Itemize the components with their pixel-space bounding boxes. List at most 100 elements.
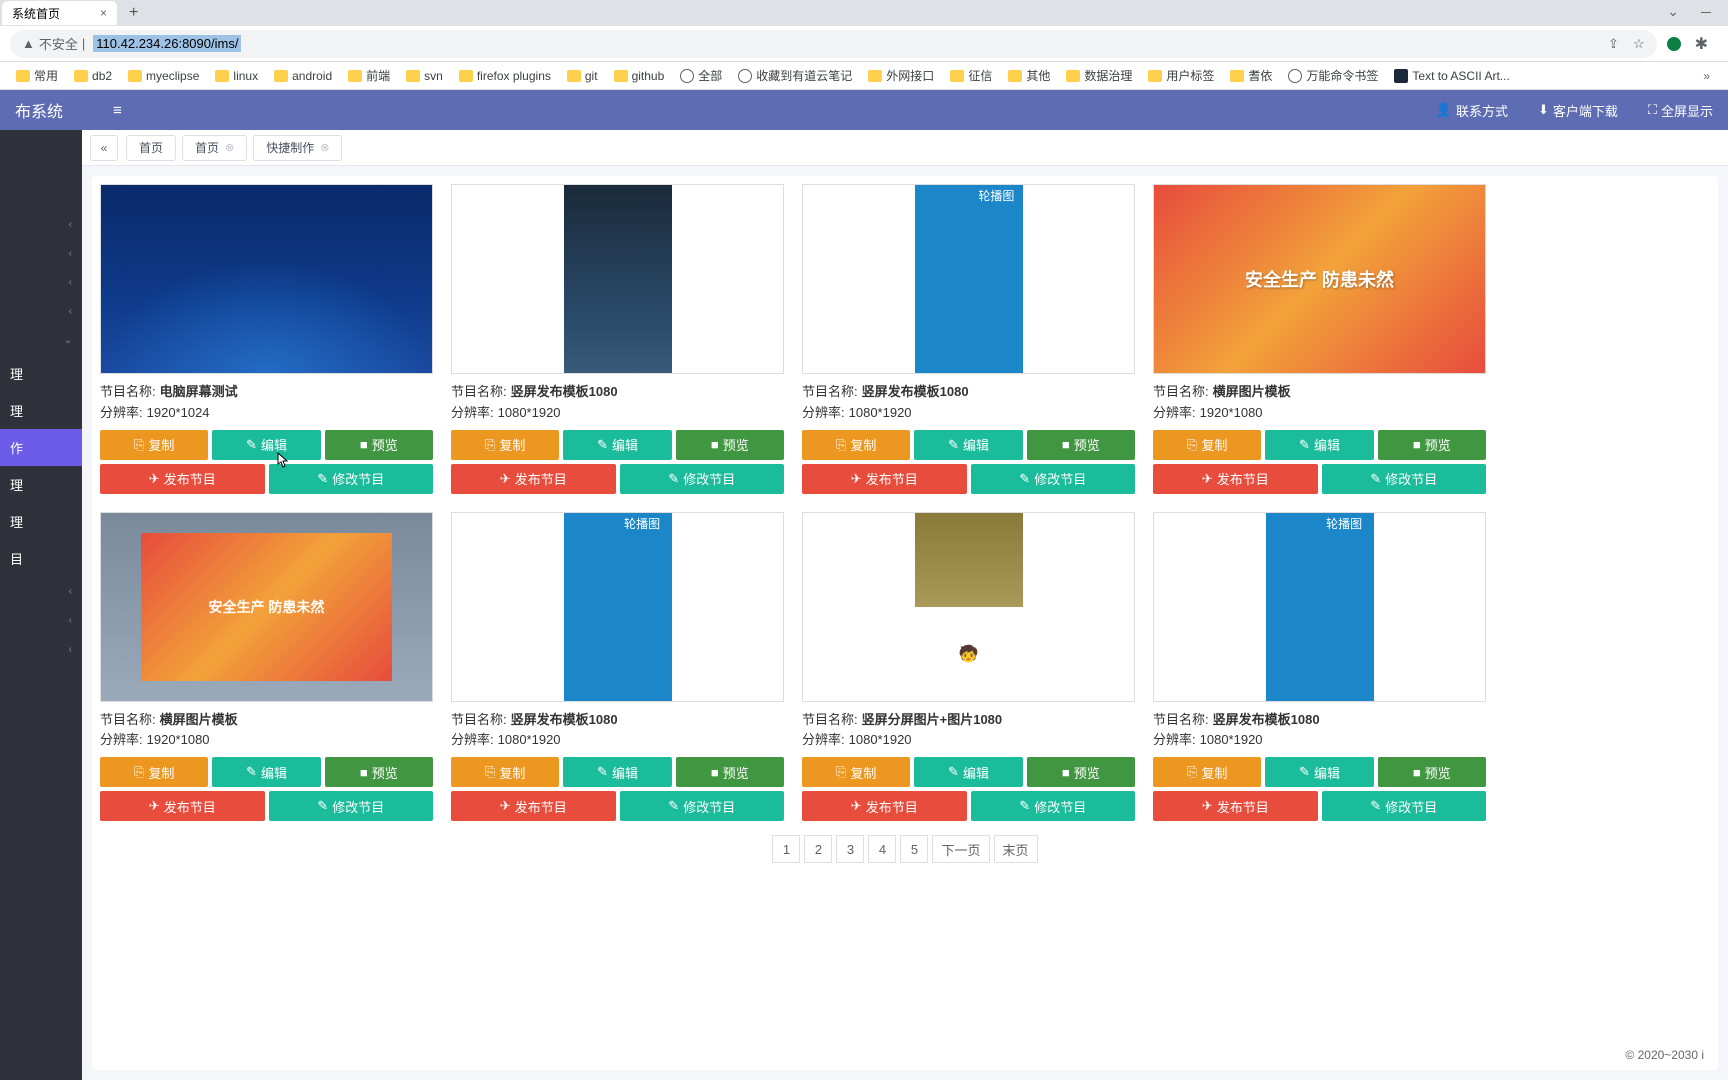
page-button[interactable]: 4 <box>868 835 896 863</box>
bookmark-item[interactable]: android <box>268 67 338 85</box>
modify-button[interactable]: ✎修改节目 <box>269 464 434 494</box>
close-tab-icon[interactable]: ⊗ <box>225 141 234 154</box>
star-icon[interactable]: ☆ <box>1633 36 1645 52</box>
preview-button[interactable]: ■预览 <box>676 430 784 460</box>
tabs-collapse-button[interactable]: « <box>90 135 118 161</box>
sidebar-item[interactable]: ‹ <box>0 268 82 297</box>
publish-button[interactable]: ✈发布节目 <box>100 791 265 821</box>
preview-button[interactable]: ■预览 <box>676 757 784 787</box>
page-button[interactable]: 1 <box>772 835 800 863</box>
share-icon[interactable]: ⇪ <box>1608 36 1619 52</box>
publish-button[interactable]: ✈发布节目 <box>1153 464 1318 494</box>
sidebar-subitem-active[interactable]: 作 <box>0 429 82 466</box>
publish-button[interactable]: ✈发布节目 <box>451 464 616 494</box>
publish-button[interactable]: ✈发布节目 <box>802 464 967 494</box>
page-button[interactable]: 末页 <box>994 835 1038 863</box>
extensions-icon[interactable]: ✱ <box>1695 34 1708 54</box>
preview-button[interactable]: ■预览 <box>325 430 433 460</box>
copy-button[interactable]: ⎘复制 <box>802 430 910 460</box>
bookmark-item[interactable]: 前端 <box>342 65 396 86</box>
preview-button[interactable]: ■预览 <box>325 757 433 787</box>
publish-button[interactable]: ✈发布节目 <box>451 791 616 821</box>
bookmark-item[interactable]: Text to ASCII Art... <box>1388 67 1515 85</box>
copy-button[interactable]: ⎘复制 <box>802 757 910 787</box>
copy-button[interactable]: ⎘复制 <box>1153 430 1261 460</box>
window-chevron-icon[interactable]: ⌄ <box>1667 3 1679 23</box>
browser-tab[interactable]: 系统首页 × <box>2 1 117 25</box>
page-button[interactable]: 下一页 <box>932 835 989 863</box>
edit-button[interactable]: ✎编辑 <box>914 430 1022 460</box>
contact-button[interactable]: 👤联系方式 <box>1436 101 1508 120</box>
edit-button[interactable]: ✎编辑 <box>563 430 671 460</box>
template-thumbnail[interactable] <box>451 184 784 374</box>
copy-button[interactable]: ⎘复制 <box>451 757 559 787</box>
bookmark-item[interactable]: 征信 <box>944 65 998 86</box>
publish-button[interactable]: ✈发布节目 <box>802 791 967 821</box>
preview-button[interactable]: ■预览 <box>1378 430 1486 460</box>
window-minimize-icon[interactable]: － <box>1699 3 1713 23</box>
bookmark-item[interactable]: 外网接口 <box>862 65 940 86</box>
close-tab-icon[interactable]: ⊗ <box>320 141 329 154</box>
new-tab-button[interactable]: + <box>129 4 138 22</box>
bookmark-item[interactable]: 万能命令书签 <box>1282 65 1384 86</box>
bookmark-item[interactable]: firefox plugins <box>453 67 557 85</box>
preview-button[interactable]: ■预览 <box>1027 430 1135 460</box>
sidebar-subitem[interactable]: 目 <box>0 540 82 577</box>
edit-button[interactable]: ✎编辑 <box>914 757 1022 787</box>
edit-button[interactable]: ✎编辑 <box>212 430 320 460</box>
publish-button[interactable]: ✈发布节目 <box>1153 791 1318 821</box>
sidebar-item[interactable]: ‹ <box>0 210 82 239</box>
edit-button[interactable]: ✎编辑 <box>1265 757 1373 787</box>
template-thumbnail[interactable]: 🧒 <box>802 512 1135 702</box>
template-thumbnail[interactable]: 安全生产 防患未然 <box>1153 184 1486 374</box>
sidebar-subitem[interactable]: 理 <box>0 503 82 540</box>
copy-button[interactable]: ⎘复制 <box>100 430 208 460</box>
modify-button[interactable]: ✎修改节目 <box>620 464 785 494</box>
sidebar-item[interactable]: ‹ <box>0 606 82 635</box>
url-input[interactable]: ▲ 不安全 | 110.42.234.26:8090/ims/ ⇪ ☆ <box>10 30 1657 58</box>
page-button[interactable]: 5 <box>900 835 928 863</box>
bookmark-item[interactable]: 其他 <box>1002 65 1056 86</box>
preview-button[interactable]: ■预览 <box>1027 757 1135 787</box>
template-thumbnail[interactable]: 轮播图 <box>1153 512 1486 702</box>
bookmark-item[interactable]: 收藏到有道云笔记 <box>732 65 858 86</box>
fullscreen-button[interactable]: ⛶全屏显示 <box>1648 101 1713 120</box>
sidebar-subitem[interactable]: 理 <box>0 466 82 503</box>
sidebar-item[interactable]: ‹ <box>0 239 82 268</box>
sidebar-item[interactable]: ‹ <box>0 635 82 664</box>
template-thumbnail[interactable]: 轮播图 <box>451 512 784 702</box>
modify-button[interactable]: ✎修改节目 <box>269 791 434 821</box>
extension-green-icon[interactable] <box>1667 37 1681 51</box>
bookmark-item[interactable]: 用户标签 <box>1142 65 1220 86</box>
page-button[interactable]: 3 <box>836 835 864 863</box>
publish-button[interactable]: ✈发布节目 <box>100 464 265 494</box>
edit-button[interactable]: ✎编辑 <box>563 757 671 787</box>
modify-button[interactable]: ✎修改节目 <box>1322 791 1487 821</box>
sidebar-item[interactable]: ‹ <box>0 577 82 606</box>
bookmark-item[interactable]: svn <box>400 67 449 85</box>
bookmark-item[interactable]: linux <box>209 67 264 85</box>
template-thumbnail[interactable]: 轮播图 <box>802 184 1135 374</box>
bookmark-item[interactable]: 全部 <box>674 65 728 86</box>
close-tab-icon[interactable]: × <box>100 6 107 20</box>
copy-button[interactable]: ⎘复制 <box>1153 757 1261 787</box>
bookmark-item[interactable]: db2 <box>68 67 118 85</box>
copy-button[interactable]: ⎘复制 <box>451 430 559 460</box>
page-tab[interactable]: 首页⊗ <box>182 135 247 161</box>
bookmarks-more-icon[interactable]: » <box>1703 69 1718 83</box>
edit-button[interactable]: ✎编辑 <box>1265 430 1373 460</box>
edit-button[interactable]: ✎编辑 <box>212 757 320 787</box>
preview-button[interactable]: ■预览 <box>1378 757 1486 787</box>
sidebar-item-expanded[interactable]: ⌄ <box>0 326 82 355</box>
menu-toggle-icon[interactable]: ≡ <box>113 102 122 119</box>
client-download-button[interactable]: ⬇客户端下载 <box>1538 101 1618 120</box>
bookmark-item[interactable]: 常用 <box>10 65 64 86</box>
sidebar-subitem[interactable]: 理 <box>0 392 82 429</box>
bookmark-item[interactable]: git <box>561 67 604 85</box>
copy-button[interactable]: ⎘复制 <box>100 757 208 787</box>
template-thumbnail[interactable]: 安全生产 防患未然 <box>100 512 433 702</box>
sidebar-item[interactable]: ‹ <box>0 297 82 326</box>
sidebar-subitem[interactable]: 理 <box>0 355 82 392</box>
modify-button[interactable]: ✎修改节目 <box>971 464 1136 494</box>
bookmark-item[interactable]: myeclipse <box>122 67 205 85</box>
